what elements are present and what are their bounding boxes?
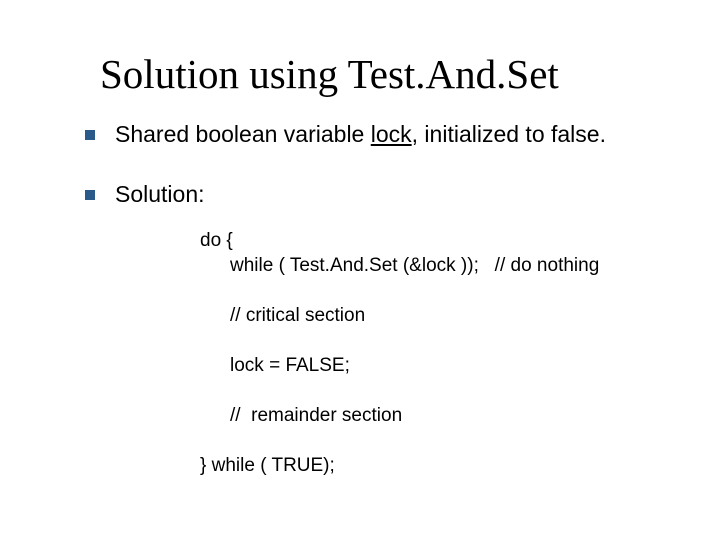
- code-line-6: } while ( TRUE);: [200, 455, 335, 477]
- bullet-item-1: Shared boolean variable lock, initialize…: [85, 120, 645, 149]
- bullet-marker-icon: [85, 130, 95, 140]
- slide: Solution using Test.And.Set Shared boole…: [0, 0, 720, 540]
- bullet-marker-icon: [85, 190, 95, 200]
- bullet-text-2: Solution:: [115, 180, 205, 209]
- bullet-text-1: Shared boolean variable lock, initialize…: [115, 120, 606, 149]
- code-line-1: do {: [200, 230, 233, 252]
- code-line-5: // remainder section: [230, 405, 402, 427]
- code-line-3: // critical section: [230, 305, 365, 327]
- bullet-item-2: Solution:: [85, 180, 645, 209]
- code-line-4: lock = FALSE;: [230, 355, 350, 377]
- slide-title: Solution using Test.And.Set: [100, 50, 559, 98]
- code-line-2: while ( Test.And.Set (&lock )); // do no…: [230, 255, 599, 277]
